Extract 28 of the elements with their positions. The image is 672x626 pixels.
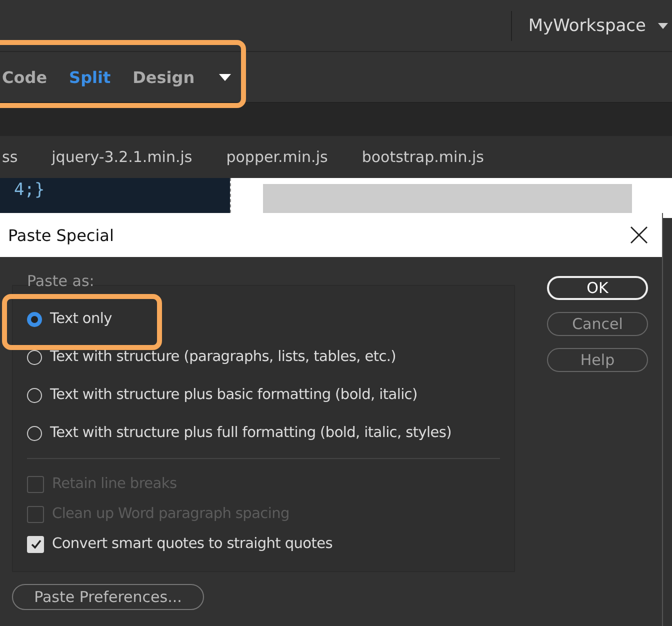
view-tab[interactable]: Split bbox=[69, 68, 111, 86]
radio-button[interactable] bbox=[27, 312, 42, 326]
workspace-switcher[interactable]: MyWorkspace bbox=[528, 16, 646, 36]
paste-preferences-button[interactable]: Paste Preferences... bbox=[12, 584, 204, 610]
radio-option[interactable]: Text with structure plus basic formatting (bold, italic) bbox=[27, 376, 514, 414]
group-label: Paste as: bbox=[27, 272, 94, 290]
code-line: 4;} bbox=[14, 179, 46, 202]
dialog-button[interactable]: OK bbox=[547, 276, 648, 300]
radio-option[interactable]: Text with structure plus full formatting (bold, italic, styles) bbox=[27, 414, 514, 452]
file-tab[interactable]: jquery-3.2.1.min.js bbox=[52, 148, 192, 166]
file-tab[interactable]: bootstrap.min.js bbox=[362, 148, 484, 166]
radio-option[interactable]: Text with structure (paragraphs, lists, tables, etc.) bbox=[27, 338, 514, 376]
view-tab[interactable]: Design bbox=[132, 68, 195, 86]
dialog-button[interactable]: Cancel bbox=[547, 312, 648, 336]
close-icon[interactable] bbox=[630, 226, 648, 244]
checkmark-icon bbox=[28, 537, 42, 551]
checkbox-option[interactable]: Convert smart quotes to straight quotes bbox=[27, 529, 514, 559]
caret-icon[interactable] bbox=[658, 22, 668, 28]
radio-option[interactable]: Text only bbox=[27, 300, 514, 338]
file-tab[interactable]: ss bbox=[2, 148, 18, 166]
dialog-title: Paste Special bbox=[8, 226, 114, 244]
file-tab[interactable]: popper.min.js bbox=[226, 148, 328, 166]
caret-icon[interactable] bbox=[218, 74, 231, 80]
dialog-button[interactable]: Help bbox=[547, 348, 648, 372]
radio-button[interactable] bbox=[27, 350, 42, 364]
view-tab[interactable]: Code bbox=[2, 68, 48, 86]
radio-button[interactable] bbox=[27, 388, 42, 402]
radio-button[interactable] bbox=[27, 426, 42, 440]
